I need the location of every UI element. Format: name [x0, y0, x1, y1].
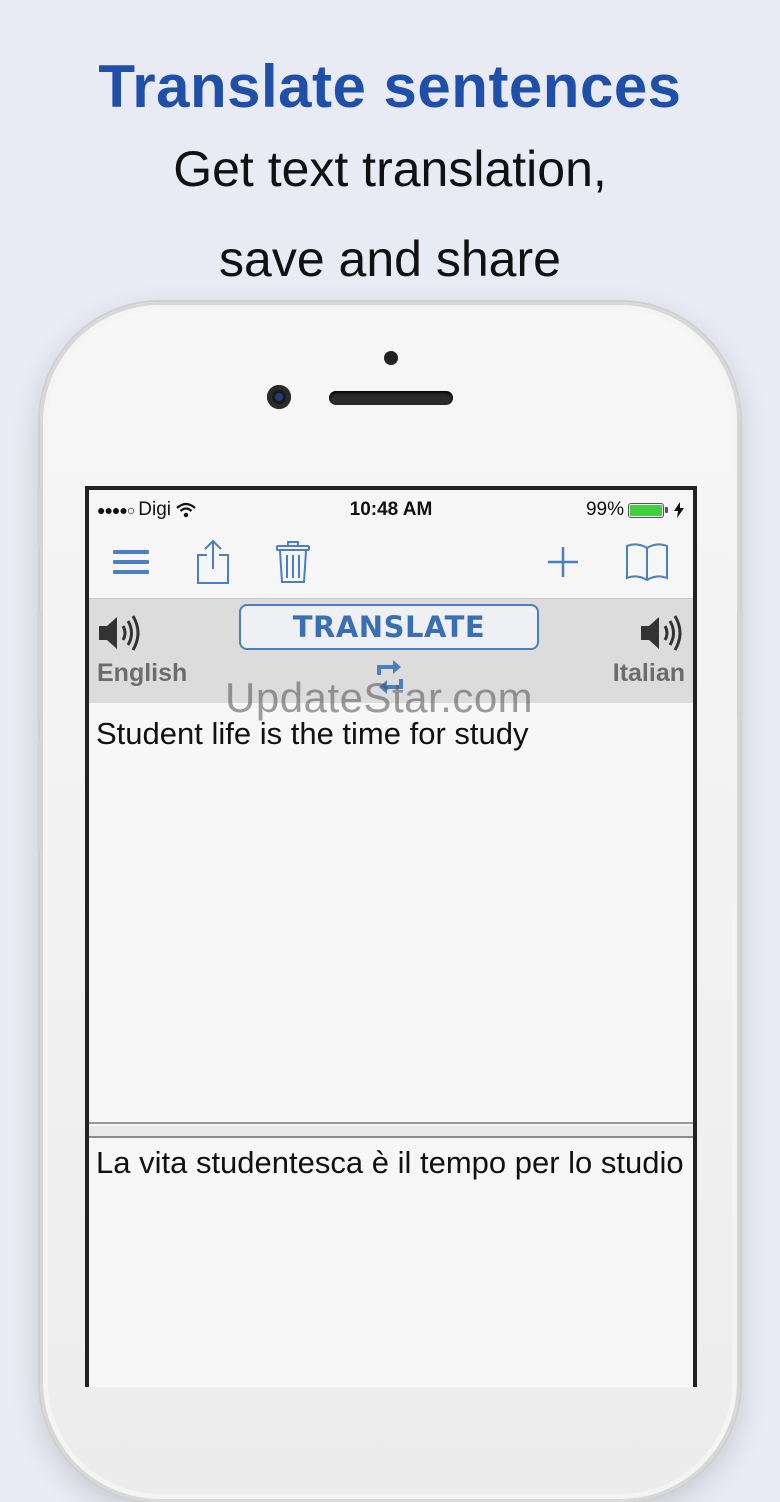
- share-icon: [197, 539, 229, 584]
- source-text-area[interactable]: Student life is the time for study: [89, 703, 693, 1124]
- share-button[interactable]: [185, 534, 241, 590]
- phone-screen: ●●●●○ Digi 10:48 AM 99% English TRANSLAT…: [85, 486, 697, 1387]
- speaker-icon: [99, 615, 140, 651]
- mute-switch: [37, 488, 43, 548]
- power-button: [737, 610, 743, 720]
- menu-button[interactable]: [103, 534, 159, 590]
- dictionary-button[interactable]: [619, 534, 675, 590]
- promo-subtitle-line-1: Get text translation,: [173, 141, 607, 197]
- speak-source-button[interactable]: [97, 613, 143, 653]
- volume-up-button: [37, 610, 43, 720]
- status-bar: ●●●●○ Digi 10:48 AM 99%: [89, 490, 693, 526]
- pane-divider: [89, 1126, 693, 1138]
- speaker-icon: [641, 615, 682, 651]
- translation-text-area[interactable]: La vita studentesca è il tempo per lo st…: [89, 1140, 693, 1387]
- delete-button[interactable]: [265, 534, 321, 590]
- app-screen: ●●●●○ Digi 10:48 AM 99% English TRANSLAT…: [89, 490, 693, 1387]
- promo-subtitle: Get text translation, save and share: [0, 124, 780, 304]
- toolbar: [89, 526, 693, 598]
- menu-icon: [113, 550, 149, 574]
- speak-target-button[interactable]: [639, 613, 685, 653]
- front-camera: [267, 385, 291, 409]
- volume-down-button: [37, 740, 43, 850]
- promo-title: Translate sentences: [98, 53, 682, 120]
- watermark-text: UpdateStar.com: [225, 674, 534, 721]
- trash-icon: [276, 541, 310, 583]
- status-right: 99%: [586, 499, 685, 521]
- proximity-sensor: [384, 351, 398, 365]
- promo-subtitle-line-2: save and share: [219, 231, 561, 287]
- battery-percent: 99%: [585, 499, 624, 520]
- target-language-label[interactable]: Italian: [613, 659, 685, 688]
- plus-icon: [548, 547, 578, 577]
- add-button[interactable]: [535, 534, 591, 590]
- earpiece-speaker: [329, 391, 453, 405]
- translate-button[interactable]: TRANSLATE: [239, 604, 539, 650]
- charging-bolt-icon: [674, 502, 684, 518]
- battery-icon: [628, 502, 668, 518]
- source-language-label[interactable]: English: [97, 659, 187, 688]
- book-icon: [626, 543, 668, 582]
